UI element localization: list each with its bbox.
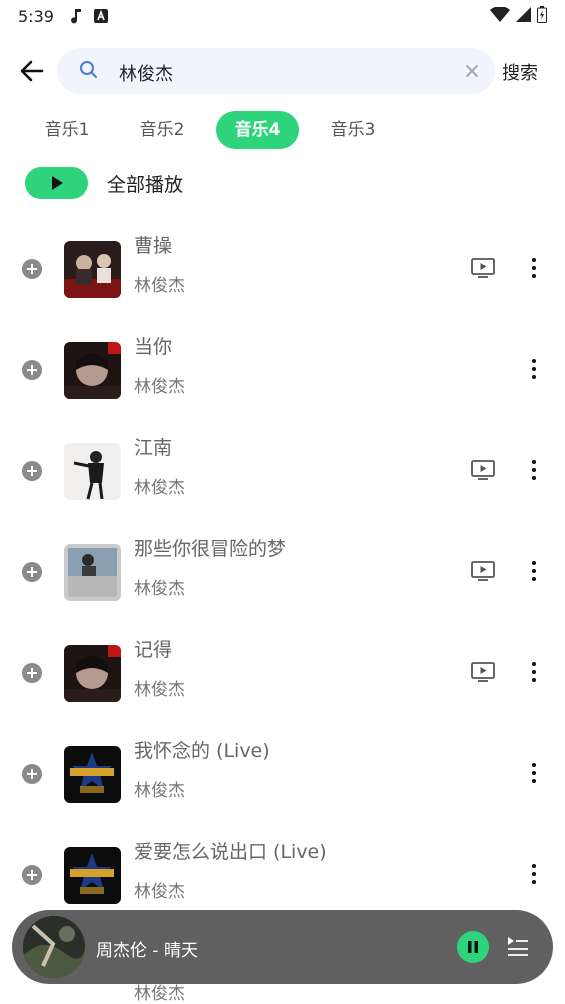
add-circle-icon[interactable] [22, 764, 42, 784]
song-item[interactable]: 江南 林俊杰 [0, 422, 565, 523]
back-arrow-icon[interactable] [18, 58, 46, 84]
song-artist: 林俊杰 [134, 680, 185, 700]
more-options-icon[interactable] [524, 560, 544, 582]
search-input[interactable]: 林俊杰 [57, 48, 495, 94]
tab-music2[interactable]: 音乐2 [122, 111, 202, 149]
song-artist: 林俊杰 [134, 781, 185, 801]
song-artist: 林俊杰 [134, 579, 185, 599]
album-cover [64, 342, 121, 399]
song-title: 爱要怎么说出口 (Live) [134, 841, 327, 863]
wifi-icon [490, 5, 510, 26]
song-title: 江南 [134, 437, 173, 459]
song-title: 曹操 [134, 235, 173, 257]
song-title: 我怀念的 (Live) [134, 740, 270, 762]
album-cover [64, 241, 121, 298]
mv-video-icon[interactable] [471, 561, 495, 581]
play-all-button[interactable] [25, 167, 88, 199]
album-cover [64, 746, 121, 803]
status-time: 5:39 [18, 6, 54, 26]
font-a-icon [93, 9, 108, 23]
pause-icon [468, 941, 478, 953]
playlist-queue-icon[interactable] [506, 935, 530, 957]
add-circle-icon[interactable] [22, 360, 42, 380]
add-circle-icon[interactable] [22, 562, 42, 582]
song-title: 那些你很冒险的梦 [134, 538, 287, 560]
song-item[interactable]: 那些你很冒险的梦 林俊杰 [0, 523, 565, 624]
song-artist: 林俊杰 [134, 377, 185, 397]
now-playing-text: 周杰伦 - 晴天 [96, 941, 198, 961]
tab-music3[interactable]: 音乐3 [313, 111, 393, 149]
search-query-text[interactable]: 林俊杰 [119, 60, 173, 86]
source-tabs: 音乐1 音乐2 音乐4 音乐3 [0, 111, 565, 149]
more-options-icon[interactable] [524, 863, 544, 885]
song-artist: 林俊杰 [134, 478, 185, 498]
battery-icon [537, 5, 547, 27]
album-cover [64, 847, 121, 904]
mv-video-icon[interactable] [471, 460, 495, 480]
album-cover [64, 645, 121, 702]
song-artist: 林俊杰 [134, 276, 185, 296]
play-icon [51, 176, 63, 190]
search-bar-row: 林俊杰 搜索 [0, 48, 565, 94]
now-playing-cover [23, 916, 85, 978]
more-options-icon[interactable] [524, 257, 544, 279]
tab-music4[interactable]: 音乐4 [216, 111, 299, 149]
album-cover [64, 544, 121, 601]
tab-music1[interactable]: 音乐1 [27, 111, 107, 149]
pause-button[interactable] [457, 931, 489, 963]
song-item[interactable]: 当你 林俊杰 [0, 321, 565, 422]
mini-player[interactable]: 周杰伦 - 晴天 [12, 910, 553, 984]
add-circle-icon[interactable] [22, 865, 42, 885]
search-button[interactable]: 搜索 [502, 59, 538, 85]
music-note-icon [70, 8, 82, 24]
clear-icon[interactable] [463, 62, 481, 80]
add-circle-icon[interactable] [22, 663, 42, 683]
song-artist: 林俊杰 [134, 882, 185, 902]
song-title: 当你 [134, 336, 173, 358]
mv-video-icon[interactable] [471, 662, 495, 682]
mv-video-icon[interactable] [471, 258, 495, 278]
play-all-row[interactable]: 全部播放 [25, 167, 183, 199]
song-item[interactable]: 曹操 林俊杰 [0, 220, 565, 321]
cellular-icon [516, 6, 531, 26]
add-circle-icon[interactable] [22, 259, 42, 279]
add-circle-icon[interactable] [22, 461, 42, 481]
song-title: 记得 [134, 639, 173, 661]
more-options-icon[interactable] [524, 358, 544, 380]
song-item[interactable]: 记得 林俊杰 [0, 624, 565, 725]
status-bar: 5:39 [0, 0, 565, 32]
more-options-icon[interactable] [524, 661, 544, 683]
search-icon [79, 60, 99, 84]
song-item[interactable]: 我怀念的 (Live) 林俊杰 [0, 725, 565, 826]
play-all-label: 全部播放 [107, 173, 184, 196]
more-options-icon[interactable] [524, 762, 544, 784]
more-options-icon[interactable] [524, 459, 544, 481]
album-cover [64, 443, 121, 500]
